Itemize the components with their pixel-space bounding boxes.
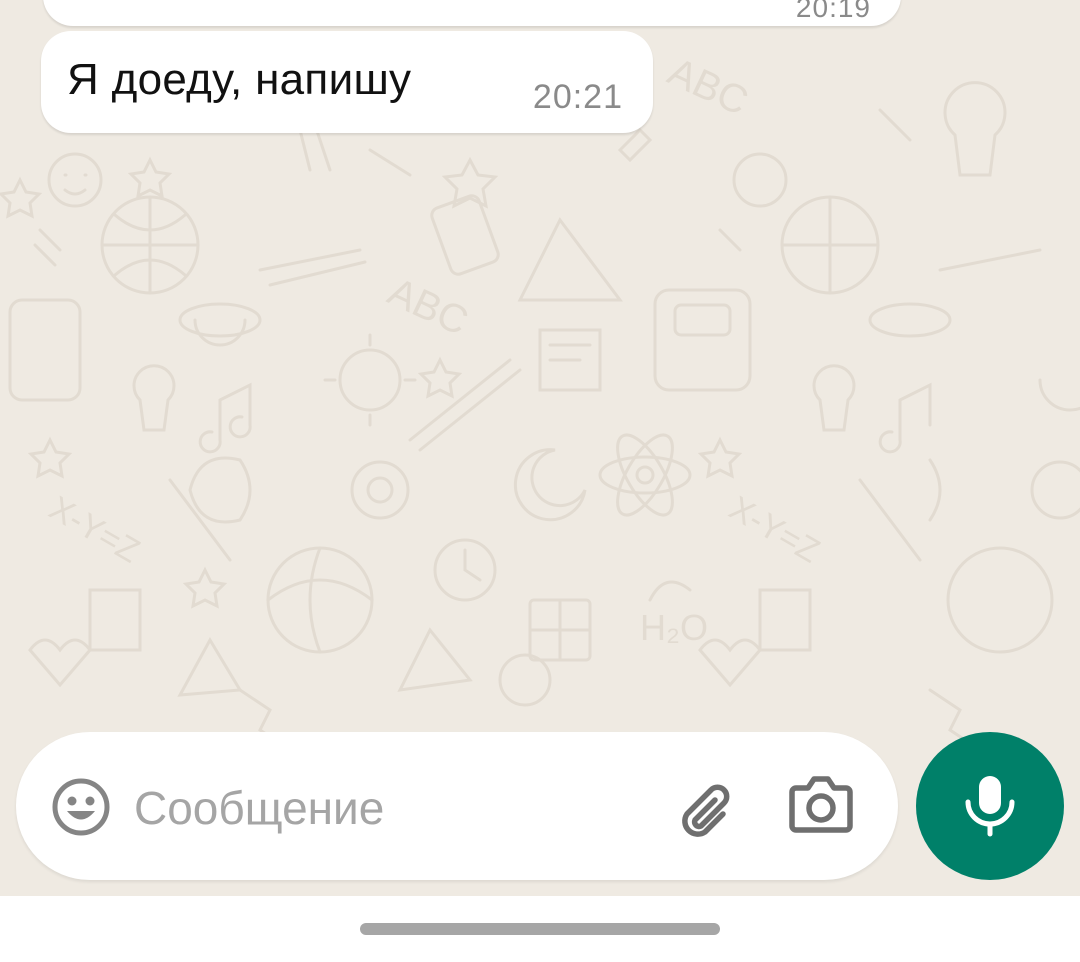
paperclip-icon[interactable]	[671, 774, 741, 844]
svg-text:ABC: ABC	[381, 270, 474, 345]
home-indicator[interactable]	[360, 923, 720, 935]
svg-text:X-Y=Z: X-Y=Z	[723, 489, 826, 571]
message-composer	[16, 732, 898, 880]
svg-text:H₂O: H₂O	[640, 607, 708, 648]
message-time: 20:21	[532, 78, 623, 116]
message-text: Я доеду, напишу	[67, 55, 412, 104]
message-bubble-previous[interactable]: 20:19	[43, 0, 901, 26]
message-input[interactable]	[132, 772, 656, 844]
camera-icon[interactable]	[788, 774, 854, 834]
svg-text:ABC: ABC	[661, 50, 754, 125]
svg-text:X-Y=Z: X-Y=Z	[43, 489, 146, 571]
message-time: 20:19	[795, 0, 871, 23]
message-bubble[interactable]: Я доеду, напишу 20:21	[41, 31, 653, 133]
microphone-button[interactable]	[916, 732, 1064, 880]
emoji-icon[interactable]	[50, 776, 112, 838]
microphone-icon	[965, 776, 1015, 837]
system-navigation-bar	[0, 896, 1080, 962]
